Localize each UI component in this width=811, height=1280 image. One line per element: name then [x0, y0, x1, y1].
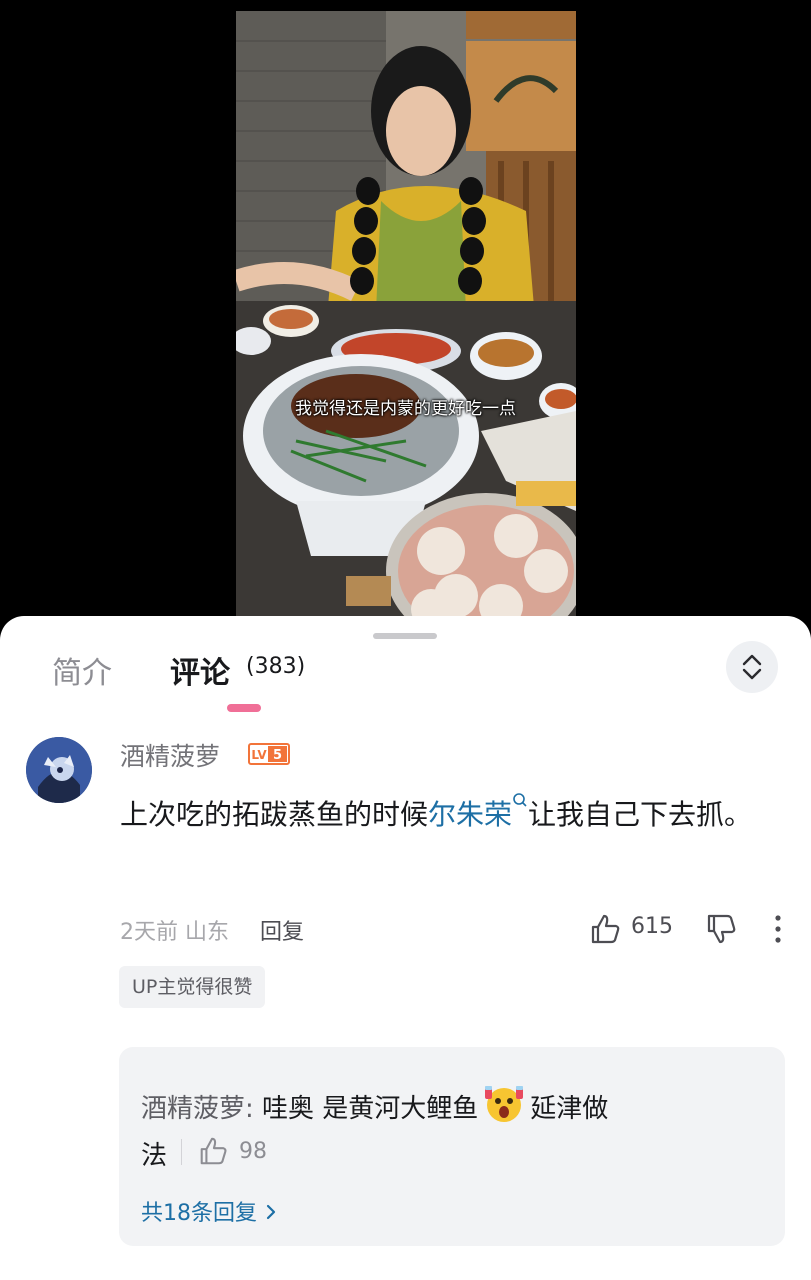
comment-time: 2天前 [120, 920, 178, 945]
reply-text-3: 法 [141, 1141, 168, 1171]
search-icon [513, 793, 527, 807]
comment-text-before: 上次吃的拓跋蒸鱼的时候 [120, 798, 429, 831]
reply-line: 酒精菠萝: 哇奥 是黄河大鲤鱼 延津做 [141, 1083, 608, 1125]
like-count: 615 [631, 914, 673, 939]
avatar[interactable] [26, 737, 92, 803]
reply-text-1: 哇奥 是黄河大鲤鱼 [262, 1094, 479, 1124]
comment-meta: 2天前 山东 [120, 914, 229, 946]
video-frame[interactable] [236, 11, 576, 616]
up-liked-badge: UP主觉得很赞 [119, 966, 266, 1008]
level-badge: LV 5 [248, 743, 290, 765]
sheet-drag-handle[interactable] [373, 633, 437, 639]
comment-text-after: 让我自己下去抓。 [528, 798, 753, 831]
surprised-face-emoji [485, 1086, 524, 1122]
comments-panel: 简介 评论 (383) 酒精菠萝 LV 5 上次吃的拓跋蒸鱼的时候尔朱荣 让我自己… [0, 616, 811, 1280]
more-replies-label: 共18条回复 [141, 1201, 257, 1226]
comment-link-text: 尔朱荣 [428, 798, 513, 831]
thumbs-up-icon[interactable] [588, 912, 622, 946]
comments-count: (383) [246, 654, 306, 679]
more-vertical-icon[interactable] [768, 912, 788, 946]
reply-author[interactable]: 酒精菠萝: [141, 1094, 254, 1124]
thumbs-down-icon[interactable] [704, 912, 738, 946]
reply-button[interactable]: 回复 [260, 914, 304, 946]
thumbs-up-icon[interactable] [197, 1135, 229, 1167]
svg-text:5: 5 [273, 748, 282, 763]
comment-search-link[interactable]: 尔朱荣 [428, 793, 528, 831]
comment-username[interactable]: 酒精菠萝 [120, 737, 220, 773]
tab-active-indicator [227, 704, 261, 712]
reply-like-count: 98 [239, 1139, 267, 1164]
view-more-replies-link[interactable]: 共18条回复 [141, 1195, 278, 1227]
video-thumbnail [236, 11, 576, 616]
reply-text-2: 延津做 [530, 1094, 609, 1124]
tab-intro[interactable]: 简介 [52, 648, 112, 692]
svg-text:LV: LV [251, 748, 267, 762]
video-player[interactable]: 我觉得还是内蒙的更好吃一点 [0, 0, 811, 640]
divider [181, 1139, 182, 1165]
chevron-up-down-icon [742, 654, 762, 680]
tab-comments[interactable]: 评论 [170, 648, 230, 692]
video-subtitle: 我觉得还是内蒙的更好吃一点 [295, 399, 516, 419]
comment-location: 山东 [185, 920, 230, 945]
sort-button[interactable] [726, 641, 778, 693]
reply-preview[interactable]: 酒精菠萝: 哇奥 是黄河大鲤鱼 延津做 法 98 共18条回复 [119, 1047, 785, 1246]
comment-text: 上次吃的拓跋蒸鱼的时候尔朱荣 让我自己下去抓。 [120, 786, 790, 844]
chevron-right-icon [266, 1204, 276, 1220]
